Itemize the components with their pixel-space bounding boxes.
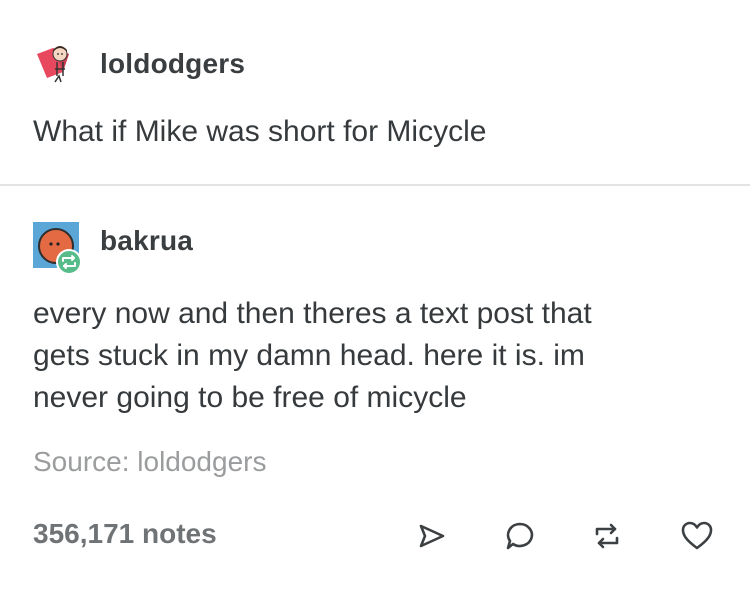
reblog-icon	[595, 523, 619, 549]
post-body: What if Mike was short for Micycle	[33, 111, 723, 153]
reply-button[interactable]	[498, 514, 542, 558]
post-source[interactable]: Source: loldodgers	[33, 446, 266, 478]
post-username[interactable]: bakrua	[100, 225, 193, 257]
share-button[interactable]	[410, 514, 454, 558]
reblog-button[interactable]	[585, 514, 629, 558]
original-post: loldodgers What if Mike was short for Mi…	[0, 0, 750, 186]
heart-icon	[681, 521, 713, 550]
notes-count[interactable]: 356,171 notes	[33, 518, 217, 550]
post-username[interactable]: loldodgers	[100, 48, 245, 80]
avatar-loldodgers[interactable]	[33, 42, 79, 88]
post-body-line: What if Mike was short for Micycle	[33, 115, 487, 148]
post-body-line: gets stuck in my damn head. here it is. …	[33, 339, 585, 372]
post-body-line: never going to be free of micycle	[33, 381, 467, 414]
post-divider	[0, 184, 750, 186]
avatar-orange-face-icon	[33, 222, 82, 275]
post-body: every now and then theres a text post th…	[33, 293, 723, 419]
avatar-illustration-icon	[37, 46, 69, 83]
reply-icon	[506, 522, 534, 550]
like-button[interactable]	[675, 514, 719, 558]
share-icon	[419, 524, 445, 548]
avatar-bakrua[interactable]	[33, 222, 82, 275]
post-body-line: every now and then theres a text post th…	[33, 297, 592, 330]
